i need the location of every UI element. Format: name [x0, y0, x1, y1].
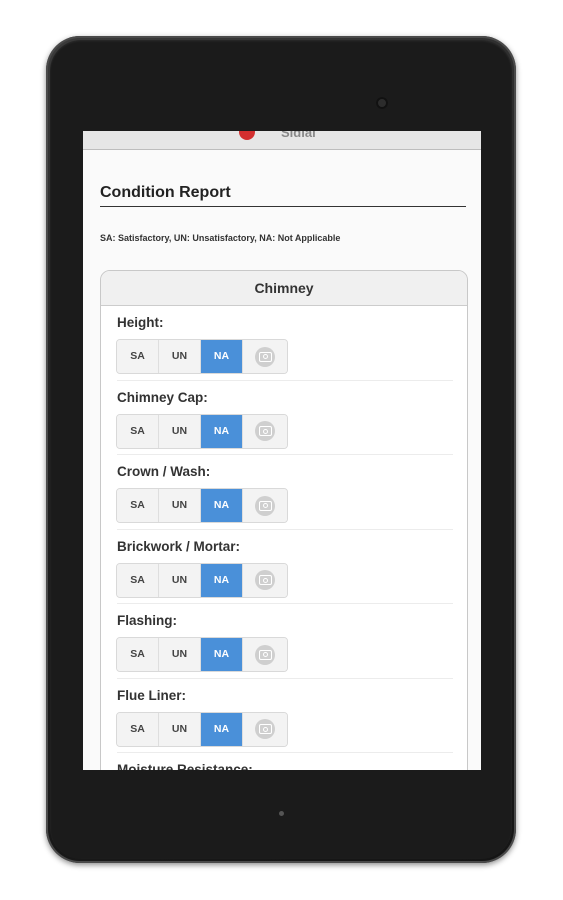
- rating-sa-button[interactable]: SA: [117, 638, 159, 671]
- camera-icon: [255, 644, 275, 665]
- rating-selector: SA UN NA: [116, 711, 288, 747]
- condition-item: Brickwork / Mortar: SA UN NA: [116, 530, 453, 604]
- photo-button[interactable]: [243, 712, 287, 746]
- rating-un-button[interactable]: UN: [159, 712, 201, 746]
- condition-item: Flue Liner: SA UN NA: [116, 679, 453, 753]
- rating-sa-button[interactable]: SA: [117, 414, 159, 448]
- rating-na-button[interactable]: NA: [201, 489, 243, 522]
- logo-icon: [239, 131, 255, 140]
- app-header: Sidial: [83, 131, 481, 150]
- page-title: Condition Report: [100, 184, 466, 207]
- condition-label: Flue Liner:: [117, 687, 187, 703]
- rating-selector: SA UN NA: [116, 413, 288, 449]
- rating-un-button[interactable]: UN: [159, 638, 201, 671]
- rating-un-button[interactable]: UN: [159, 563, 201, 597]
- condition-label: Moisture Resistance:: [117, 762, 253, 770]
- rating-na-button[interactable]: NA: [201, 563, 243, 597]
- front-camera: [376, 97, 388, 109]
- section-header[interactable]: Chimney: [101, 271, 467, 306]
- brand-name: Sidial: [281, 131, 316, 140]
- condition-label: Height:: [117, 315, 164, 330]
- condition-label: Crown / Wash:: [117, 464, 211, 479]
- condition-label: Flashing:: [117, 613, 177, 628]
- rating-sa-button[interactable]: SA: [117, 489, 159, 522]
- rating-sa-button[interactable]: SA: [117, 712, 159, 746]
- camera-icon: [255, 570, 275, 590]
- rating-legend: SA: Satisfactory, UN: Unsatisfactory, NA…: [100, 233, 341, 243]
- rating-selector: SA UN NA: [116, 637, 288, 672]
- photo-button[interactable]: [243, 489, 287, 522]
- rating-na-button[interactable]: NA: [201, 712, 243, 746]
- condition-item: Chimney Cap: SA UN NA: [116, 381, 453, 455]
- chimney-section: Chimney Height: SA UN NA Chimney Cap: SA…: [100, 270, 468, 770]
- photo-button[interactable]: [243, 340, 287, 373]
- condition-item: Crown / Wash: SA UN NA: [116, 455, 453, 530]
- rating-sa-button[interactable]: SA: [117, 563, 159, 597]
- camera-icon: [255, 346, 275, 367]
- rating-sa-button[interactable]: SA: [117, 340, 159, 373]
- condition-item: Flashing: SA UN NA: [116, 604, 453, 679]
- photo-button[interactable]: [243, 414, 287, 448]
- camera-icon: [255, 719, 275, 739]
- rating-un-button[interactable]: UN: [159, 414, 201, 448]
- photo-button[interactable]: [243, 638, 287, 671]
- rating-selector: SA UN NA: [116, 562, 288, 598]
- rating-na-button[interactable]: NA: [201, 414, 243, 448]
- rating-un-button[interactable]: UN: [159, 489, 201, 522]
- condition-item: Moisture Resistance: SA UN NA: [117, 753, 453, 770]
- rating-selector: SA UN NA: [116, 488, 288, 523]
- rating-selector: SA UN NA: [116, 339, 288, 374]
- rating-na-button[interactable]: NA: [201, 638, 243, 671]
- photo-button[interactable]: [243, 563, 287, 597]
- condition-label: Chimney Cap:: [117, 389, 208, 405]
- camera-icon: [255, 421, 275, 441]
- app-screen: Sidial Condition Report SA: Satisfactory…: [83, 131, 481, 770]
- camera-icon: [255, 495, 275, 516]
- rating-un-button[interactable]: UN: [159, 340, 201, 373]
- rating-na-button[interactable]: NA: [201, 340, 243, 373]
- home-indicator: [279, 811, 284, 816]
- condition-item: Height: SA UN NA: [116, 306, 453, 381]
- condition-list: Height: SA UN NA Chimney Cap: SA UN NA C…: [101, 306, 467, 770]
- condition-label: Brickwork / Mortar:: [117, 538, 241, 554]
